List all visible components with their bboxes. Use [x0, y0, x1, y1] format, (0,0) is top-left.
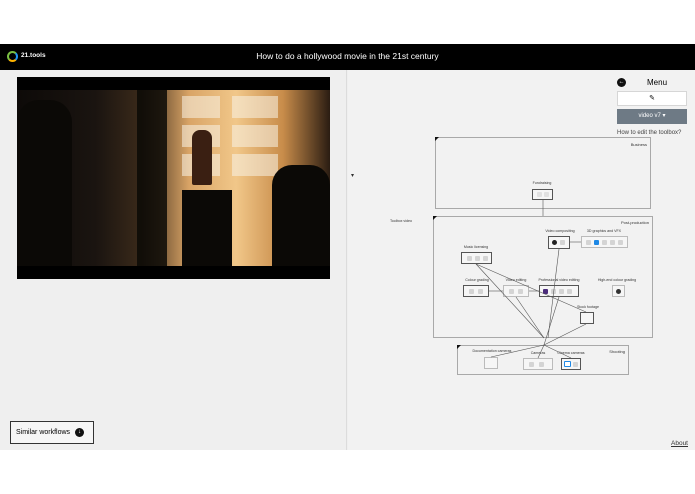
business-label: Business: [630, 142, 647, 147]
video-frame: [17, 90, 330, 266]
tool-high-end-grading[interactable]: [612, 285, 625, 297]
edit-icon: ✎: [649, 95, 655, 102]
tool-music-licensing-label: Music licensing: [463, 245, 489, 249]
tool-doc-cameras[interactable]: [484, 357, 498, 369]
tool-3d-graphics-vfx[interactable]: [581, 236, 628, 248]
tool-video-editing[interactable]: [503, 285, 529, 297]
tool-stock-footage-label: Stock footage: [577, 305, 599, 309]
arrow-left-icon[interactable]: ←: [617, 78, 626, 87]
tool-colour-grading-label: Colour grading: [465, 278, 489, 282]
tool-video-compositing[interactable]: [548, 236, 570, 249]
tool-3d-graphics-vfx-label: 3D graphics and VFX: [586, 229, 622, 233]
tool-pro-video-editing-label: Professional video editing: [538, 278, 580, 282]
tool-video-compositing-label: Video compositing: [545, 229, 575, 233]
about-link[interactable]: About: [671, 440, 688, 447]
tool-fundraising-label: Fundraising: [532, 181, 552, 185]
box-corner-icon: [457, 345, 461, 349]
collapse-marker-icon: ▾: [351, 173, 355, 179]
tool-colour-grading[interactable]: [463, 285, 489, 297]
tool-pro-video-editing[interactable]: [539, 285, 579, 297]
top-bar: 21.tools How to do a hollywood movie in …: [0, 44, 695, 70]
tool-fundraising[interactable]: [532, 189, 553, 200]
box-corner-icon: [435, 137, 439, 141]
postproduction-label: Post-production: [620, 220, 649, 225]
tool-cameras-label: Cameras: [530, 351, 546, 355]
menu-title[interactable]: Menu: [647, 78, 667, 87]
arrow-down-icon: ↓: [75, 428, 84, 437]
postproduction-box[interactable]: Post-production: [433, 216, 653, 338]
video-player[interactable]: [17, 77, 330, 279]
box-corner-icon: [433, 216, 437, 220]
tool-cameras[interactable]: [523, 358, 553, 370]
tool-high-end-grading-label: High-end colour grading: [597, 278, 637, 282]
toolbox-label: Toolbox video: [390, 219, 412, 223]
help-link[interactable]: How to edit the toolbox?: [617, 130, 681, 136]
similar-workflows-label: Similar workflows: [16, 429, 71, 436]
version-select[interactable]: video v7 ▾: [617, 109, 687, 124]
shooting-label: Shooting: [609, 349, 625, 354]
tool-stock-footage[interactable]: [580, 312, 594, 324]
tool-cinema-cameras-label: Cinema cameras: [557, 351, 585, 355]
tool-doc-cameras-label: Documentation cameras: [472, 349, 512, 353]
tool-cinema-cameras[interactable]: [561, 358, 581, 370]
edit-button[interactable]: ✎: [617, 91, 687, 106]
tool-video-editing-label: Video editing: [505, 278, 527, 282]
page-title: How to do a hollywood movie in the 21st …: [256, 51, 439, 61]
similar-workflows-button[interactable]: Similar workflows ↓: [10, 421, 94, 444]
tool-music-licensing[interactable]: [461, 252, 492, 264]
